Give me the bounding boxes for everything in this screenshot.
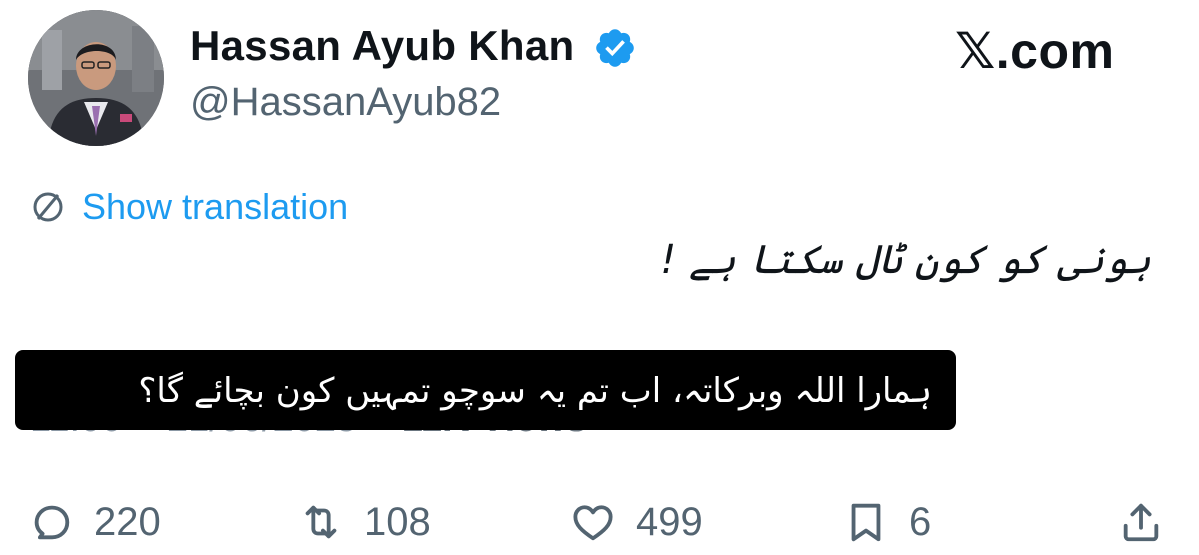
author-display-name[interactable]: Hassan Ayub Khan — [190, 22, 574, 70]
like-button[interactable]: 499 — [570, 490, 703, 554]
avatar[interactable] — [28, 10, 164, 146]
share-upload-icon — [1123, 503, 1159, 542]
reply-count: 220 — [94, 499, 161, 544]
show-translation-label: Show translation — [82, 186, 349, 227]
repost-button[interactable]: 108 — [298, 490, 431, 554]
tweet-text: ہونی کو کون ٹال سکتا ہے ! — [660, 237, 1151, 283]
like-count: 499 — [636, 499, 703, 544]
bookmark-count: 6 — [909, 499, 932, 544]
video-caption-overlay: ہمارا اللہ وبرکاتہ، اب تم یہ سوچو تمہیں … — [15, 350, 956, 430]
reply-bubble-icon — [34, 505, 70, 540]
verified-badge-icon — [596, 29, 634, 67]
heart-icon — [573, 505, 613, 541]
show-translation-button[interactable]: Show translation — [28, 186, 348, 228]
caption-text: ہمارا اللہ وبرکاتہ، اب تم یہ سوچو تمہیں … — [138, 370, 932, 411]
bookmark-icon — [851, 503, 881, 542]
repost-count: 108 — [364, 499, 431, 544]
reply-button[interactable]: 220 — [28, 490, 161, 554]
site-logo: 𝕏.com — [955, 23, 1115, 79]
translate-globe-icon — [33, 192, 63, 222]
tweet-actions-bar: 220 108 499 6 — [0, 490, 1199, 554]
bookmark-button[interactable]: 6 — [843, 490, 931, 554]
repost-arrows-icon — [305, 505, 337, 539]
avatar-photo — [28, 10, 164, 146]
author-handle[interactable]: @HassanAyub82 — [190, 80, 501, 125]
share-button[interactable] — [1118, 490, 1164, 554]
